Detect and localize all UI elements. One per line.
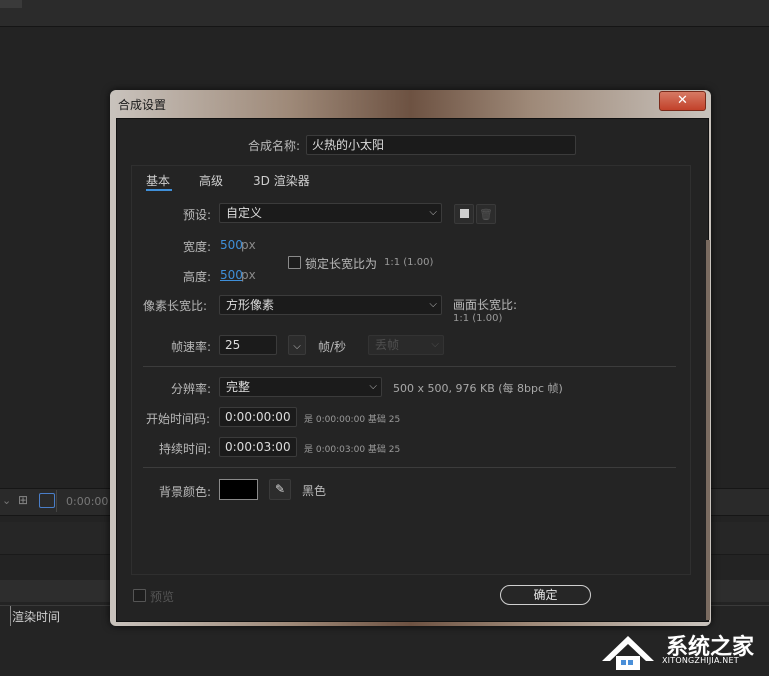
duration-input[interactable]: 0:00:03:00: [219, 437, 297, 457]
width-unit: px: [241, 238, 256, 252]
region-icon[interactable]: ⊞: [18, 493, 28, 507]
bg-color-label: 背景颜色:: [159, 485, 212, 499]
dialog-title: 合成设置: [118, 98, 167, 112]
divider: [143, 467, 676, 468]
pixel-aspect-label: 像素长宽比:: [143, 299, 208, 313]
delete-preset-button[interactable]: 🗑: [476, 204, 496, 224]
drop-frame-value: 丢帧: [375, 338, 400, 352]
column-divider: [10, 606, 11, 626]
width-label: 宽度:: [183, 240, 212, 254]
render-time-header[interactable]: 渲染时间: [12, 608, 60, 625]
chevron-down-icon: ⌵: [431, 339, 439, 350]
pixel-aspect-value: 方形像素: [226, 298, 275, 312]
save-preset-icon: [459, 209, 469, 218]
frame-rate-dropdown[interactable]: ⌵: [288, 335, 306, 355]
active-tab-indicator: [146, 189, 172, 191]
eyedropper-icon: ✎: [274, 482, 286, 496]
resolution-info: 500 x 500, 976 KB (每 8bpc 帧): [393, 382, 563, 395]
frame-rate-unit: 帧/秒: [318, 340, 347, 354]
duration-note: 是 0:00:03:00 基础 25: [304, 445, 401, 455]
bg-color-swatch[interactable]: [219, 479, 258, 500]
dialog-edge: [706, 240, 710, 620]
comp-name-label: 合成名称:: [248, 139, 301, 153]
preset-value: 自定义: [226, 206, 263, 220]
preset-label: 预设:: [183, 208, 212, 222]
preset-select[interactable]: 自定义 ⌵: [219, 203, 442, 223]
trash-icon: 🗑: [479, 208, 493, 221]
resolution-select[interactable]: 完整 ⌵: [219, 377, 382, 397]
ok-button[interactable]: 确定: [500, 585, 591, 605]
close-button[interactable]: ✕: [659, 91, 706, 111]
save-preset-button[interactable]: [454, 204, 474, 224]
preview-checkbox[interactable]: [133, 589, 146, 602]
comp-name-input[interactable]: 火热的小太阳: [306, 135, 576, 155]
frame-rate-input[interactable]: 25: [219, 335, 277, 355]
drop-frame-select: 丢帧 ⌵: [368, 335, 444, 355]
composition-icon[interactable]: [39, 493, 55, 508]
app-top-bar: [0, 0, 769, 27]
resolution-value: 完整: [226, 380, 251, 394]
tab-3d-renderer[interactable]: 3D 渲染器: [253, 172, 310, 189]
tab-advanced[interactable]: 高级: [199, 172, 223, 189]
start-timecode-note: 是 0:00:00:00 基础 25: [304, 415, 401, 425]
settings-panel: [131, 165, 691, 575]
start-timecode-input[interactable]: 0:00:00:00: [219, 407, 297, 427]
height-value[interactable]: 500: [220, 268, 243, 282]
eyedropper-button[interactable]: ✎: [269, 479, 291, 500]
chevron-down-icon: ⌵: [369, 381, 377, 392]
height-unit: px: [241, 268, 256, 282]
start-timecode-label: 开始时间码:: [146, 412, 211, 426]
frame-rate-label: 帧速率:: [171, 340, 212, 354]
chevron-down-icon[interactable]: ⌄: [2, 494, 11, 507]
timecode-display[interactable]: 0:00:00: [66, 495, 108, 508]
chevron-down-icon: ⌵: [429, 207, 437, 218]
frame-aspect-value: 1:1 (1.00): [453, 313, 503, 324]
preview-label: 预览: [150, 590, 175, 604]
resolution-label: 分辨率:: [171, 382, 212, 396]
lock-aspect-value: 1:1 (1.00): [384, 257, 434, 268]
toolbar-divider: [56, 490, 57, 512]
pixel-aspect-select[interactable]: 方形像素 ⌵: [219, 295, 442, 315]
bg-color-name: 黑色: [302, 484, 327, 498]
height-label: 高度:: [183, 270, 212, 284]
divider: [143, 366, 676, 367]
duration-label: 持续时间:: [159, 442, 212, 456]
lock-aspect-label: 锁定长宽比为: [305, 257, 378, 271]
tab-basic[interactable]: 基本: [146, 172, 170, 189]
lock-aspect-checkbox[interactable]: [288, 256, 301, 269]
chevron-down-icon: ⌵: [293, 341, 301, 352]
watermark-subtitle: XITONGZHIJIA.NET: [662, 656, 739, 665]
frame-aspect-label: 画面长宽比:: [453, 298, 518, 312]
app-top-tab[interactable]: [0, 0, 22, 8]
width-value[interactable]: 500: [220, 238, 243, 252]
chevron-down-icon: ⌵: [429, 299, 437, 310]
close-icon: ✕: [677, 93, 688, 108]
